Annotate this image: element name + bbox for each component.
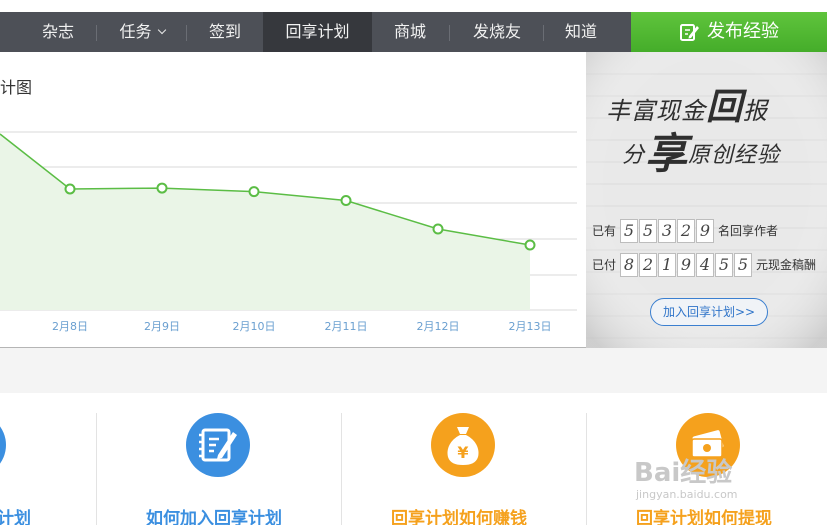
x-tick-label: 2月11日	[325, 320, 368, 333]
counter-digit: 5	[639, 218, 658, 243]
money-bag-glyph: ¥	[447, 427, 479, 465]
nav-item-huixiang[interactable]: 回享计划	[263, 12, 372, 52]
nav-item-label: 签到	[208, 22, 241, 41]
edit-icon	[680, 24, 699, 41]
nav-item-label: 发烧友	[472, 22, 521, 41]
nav-separator	[186, 25, 187, 41]
author-count-row: 已有 5 5 3 2 9 名回享作者	[592, 217, 778, 243]
counter-digit: 5	[734, 252, 753, 277]
nav-separator	[543, 25, 544, 41]
counter-digit: 8	[620, 252, 639, 277]
promo-panel: 丰富现金回报 分享原创经验 已有 5 5 3 2 9 名回享作者 已付 8 2 1 9 4 5 5 元现金稿…	[586, 52, 827, 348]
baidu-watermark: Bai经验	[634, 458, 733, 488]
publish-experience-button[interactable]: 发布经验	[631, 12, 827, 52]
plan-icon[interactable]	[0, 413, 6, 477]
counter-digit: 5	[620, 218, 639, 243]
x-tick-label: 2月8日	[52, 320, 88, 333]
area-fill	[0, 134, 530, 310]
tile-separator	[586, 413, 587, 525]
tile-link-how-to-withdraw[interactable]: 回享计划如何提现	[636, 504, 772, 525]
paid-amount-row: 已付 8 2 1 9 4 5 5 元现金稿酬	[592, 251, 816, 277]
slogan-text: 分	[622, 143, 646, 168]
data-point	[432, 223, 444, 235]
nav-item-tasks[interactable]: 任务	[98, 12, 186, 52]
tile-separator	[341, 413, 342, 525]
page: 杂志 任务 签到 回享计划 商城 发烧友 知道 发布经验 计图 2月8日 2月9日…	[0, 0, 827, 525]
money-bag-icon[interactable]: ¥	[431, 413, 495, 477]
nav-item-label: 杂志	[41, 22, 74, 41]
nav-item-label: 回享计划	[285, 22, 350, 41]
paid-amount-prefix: 已付	[592, 257, 617, 272]
author-count-prefix: 已有	[592, 223, 617, 238]
join-huixiang-button[interactable]: 加入回享计划>>	[650, 298, 768, 326]
data-point	[340, 195, 352, 207]
notebook-pen-icon	[199, 428, 237, 462]
nav-item-magazine[interactable]: 杂志	[22, 12, 94, 52]
nav-item-zhidao[interactable]: 知道	[545, 12, 617, 52]
slogan-text: 原创经验	[688, 143, 781, 168]
chart-title: 计图	[0, 78, 33, 97]
nav-item-label: 任务	[119, 22, 152, 41]
chevron-down-icon	[157, 25, 166, 35]
nav-item-label: 商城	[393, 22, 426, 41]
slogan-emphasis: 享	[645, 129, 689, 178]
x-tick-label: 2月13日	[509, 320, 552, 333]
tile-separator	[96, 413, 97, 525]
watermark-url: jingyan.baidu.com	[636, 488, 738, 501]
data-point	[248, 186, 260, 198]
tile-link-how-to-earn[interactable]: 回享计划如何赚钱	[391, 504, 527, 525]
data-point	[524, 239, 536, 251]
nav-item-label: 知道	[564, 22, 597, 41]
x-tick-label: 2月9日	[144, 320, 180, 333]
nav-separator	[449, 25, 450, 41]
tile-link-how-to-join[interactable]: 如何加入回享计划	[146, 504, 282, 525]
counter-digit: 2	[639, 252, 658, 277]
counter-digit: 9	[677, 252, 696, 277]
nav-item-signin[interactable]: 签到	[188, 12, 262, 52]
svg-text:¥: ¥	[457, 443, 468, 462]
data-point	[64, 183, 76, 195]
counter-digit: 5	[715, 252, 734, 277]
top-nav: 杂志 任务 签到 回享计划 商城 发烧友 知道 发布经验	[0, 0, 827, 52]
nav-item-mall[interactable]: 商城	[372, 12, 448, 52]
counter-digit: 3	[658, 218, 677, 243]
publish-label: 发布经验	[707, 21, 779, 42]
data-point	[156, 182, 168, 194]
document-edit-icon[interactable]	[186, 413, 250, 477]
counter-digit: 9	[696, 218, 715, 243]
nav-separator	[96, 25, 97, 41]
tile-link-plan[interactable]: 计划	[0, 504, 31, 525]
promo-slogan-line2: 分享原创经验	[622, 114, 781, 178]
x-tick-label: 2月10日	[233, 320, 276, 333]
x-tick-label: 2月12日	[417, 320, 460, 333]
trend-chart: 2月8日 2月9日 2月10日 2月11日 2月12日 2月13日	[0, 131, 577, 333]
counter-digit: 1	[658, 252, 677, 277]
paid-amount-suffix: 元现金稿酬	[756, 257, 817, 272]
counter-digit: 2	[677, 218, 696, 243]
author-count-suffix: 名回享作者	[718, 223, 779, 238]
counter-digit: 4	[696, 252, 715, 277]
nav-item-fans[interactable]: 发烧友	[451, 12, 543, 52]
section-band	[0, 348, 827, 393]
